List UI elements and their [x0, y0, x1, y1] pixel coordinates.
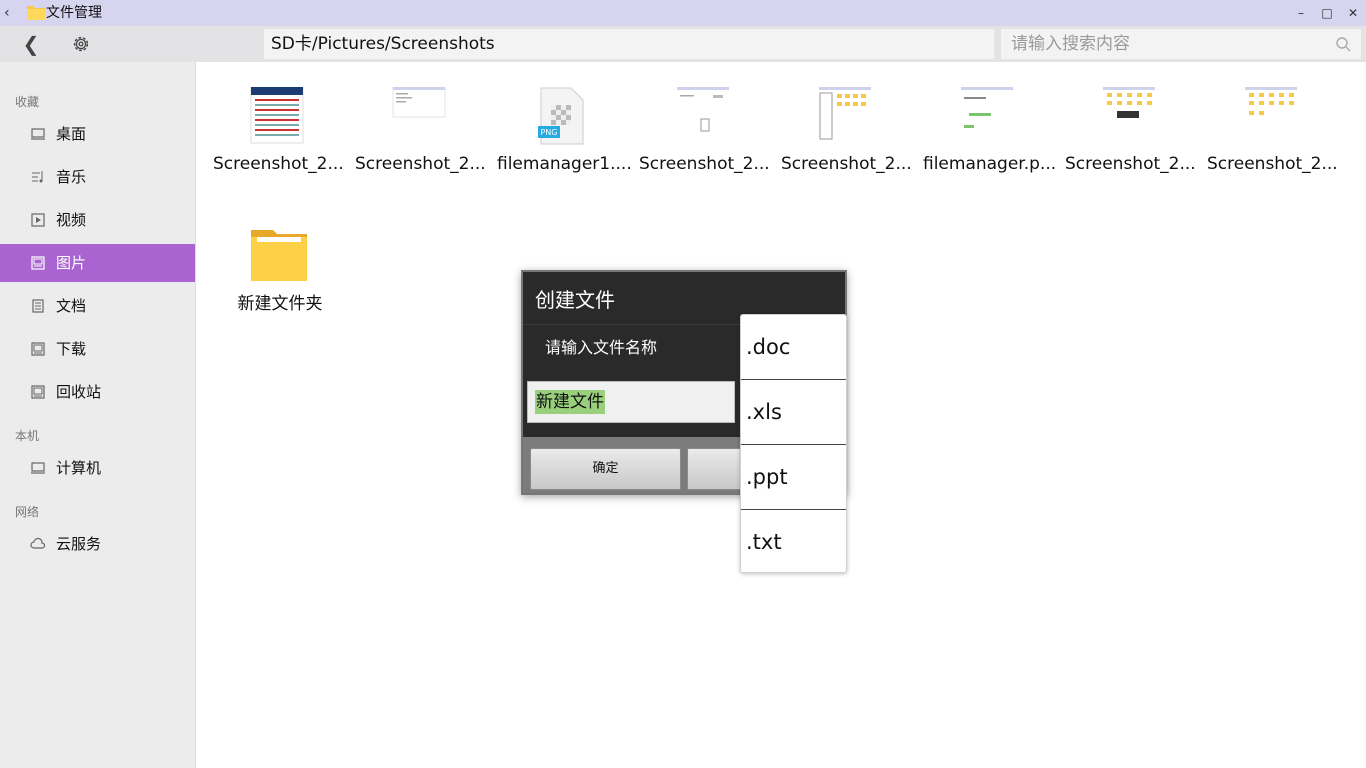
close-button[interactable]: ✕ — [1343, 4, 1363, 22]
file-name: Screenshot_2... — [355, 154, 486, 174]
file-name: Screenshot_2... — [639, 154, 770, 174]
picture-icon — [31, 256, 45, 270]
title-back-icon[interactable]: ‹ — [4, 4, 20, 22]
file-item[interactable]: Screenshot_2... — [639, 87, 770, 207]
sidebar-section-local: 本机 — [15, 429, 40, 443]
sidebar-item-label: 下载 — [56, 340, 87, 358]
path-field[interactable]: SD卡/Pictures/Screenshots — [264, 29, 994, 59]
file-name: Screenshot_2... — [1207, 154, 1338, 174]
screenshot-thumbnail — [1245, 87, 1297, 121]
toolbar: ❮ SD卡/Pictures/Screenshots 请输入搜索内容 — [0, 26, 1366, 62]
sidebar-section-network: 网络 — [15, 505, 40, 519]
sidebar-item-label: 视频 — [56, 211, 87, 229]
sidebar-item-label: 回收站 — [56, 383, 102, 401]
search-icon[interactable] — [1335, 36, 1351, 52]
minimize-button[interactable]: – — [1291, 4, 1311, 22]
png-badge: PNG — [540, 128, 557, 137]
sidebar-item-video[interactable]: 视频 — [0, 201, 195, 239]
back-arrow-icon[interactable]: ❮ — [20, 32, 42, 56]
filename-input[interactable]: 新建文件 — [527, 381, 735, 423]
sidebar-section-favorites: 收藏 — [15, 95, 40, 109]
sidebar-item-recycle[interactable]: 回收站 — [0, 373, 195, 411]
search-placeholder: 请输入搜索内容 — [1011, 34, 1130, 54]
monitor-icon — [31, 128, 45, 140]
maximize-button[interactable]: □ — [1317, 4, 1337, 22]
sidebar-item-documents[interactable]: 文档 — [0, 287, 195, 325]
sidebar-item-label: 云服务 — [56, 535, 102, 553]
screenshot-thumbnail — [819, 87, 871, 140]
extension-option-ppt[interactable]: .ppt — [741, 445, 846, 510]
file-item[interactable]: Screenshot_2... — [781, 87, 912, 207]
file-name: Screenshot_2... — [1065, 154, 1196, 174]
sidebar: 收藏 桌面 音乐 视频 图片 文档 下载 回收站 本机 计算机 网络 云服务 — [0, 62, 196, 768]
computer-icon — [31, 462, 45, 474]
folder-name: 新建文件夹 — [237, 294, 323, 314]
sidebar-item-pictures[interactable]: 图片 — [0, 244, 195, 282]
png-file-icon: PNG — [538, 87, 584, 145]
cloud-icon — [30, 537, 46, 549]
folder-icon — [251, 230, 307, 281]
recycle-icon — [31, 385, 45, 399]
file-name: filemanager1.... — [497, 154, 632, 174]
sidebar-item-label: 音乐 — [56, 168, 87, 186]
sidebar-item-label: 文档 — [56, 297, 87, 315]
window-title: 文件管理 — [46, 5, 102, 21]
document-icon — [32, 299, 44, 313]
sidebar-item-desktop[interactable]: 桌面 — [0, 115, 195, 153]
video-icon — [31, 213, 45, 227]
dialog-title: 创建文件 — [535, 288, 615, 312]
music-icon — [32, 171, 43, 183]
file-item[interactable]: PNG filemanager1.... — [497, 87, 632, 207]
dialog-message: 请输入文件名称 — [545, 338, 658, 357]
search-field[interactable]: 请输入搜索内容 — [1001, 29, 1361, 59]
download-icon — [31, 342, 45, 356]
file-item[interactable]: Screenshot_2... — [1207, 87, 1338, 207]
file-item[interactable]: Screenshot_2... — [213, 87, 344, 207]
sidebar-item-label: 图片 — [56, 254, 87, 272]
screenshot-thumbnail — [1103, 87, 1155, 121]
confirm-button[interactable]: 确定 — [530, 448, 681, 490]
extension-option-doc[interactable]: .doc — [741, 315, 846, 380]
app-folder-icon — [27, 6, 45, 20]
sidebar-item-computer[interactable]: 计算机 — [0, 449, 195, 487]
sidebar-item-label: 桌面 — [56, 125, 87, 143]
folder-item[interactable]: 新建文件夹 — [215, 227, 345, 347]
extension-option-xls[interactable]: .xls — [741, 380, 846, 445]
screenshot-thumbnail — [250, 87, 304, 144]
sidebar-item-downloads[interactable]: 下载 — [0, 330, 195, 368]
filename-input-value: 新建文件 — [535, 390, 605, 414]
extension-option-txt[interactable]: .txt — [741, 510, 846, 575]
screenshot-thumbnail — [961, 87, 1013, 131]
sidebar-item-label: 计算机 — [56, 459, 102, 477]
file-item[interactable]: Screenshot_2... — [1065, 87, 1196, 207]
extension-dropdown: .doc .xls .ppt .txt — [740, 314, 847, 573]
file-name: Screenshot_2... — [781, 154, 912, 174]
file-name: filemanager.p... — [923, 154, 1057, 174]
sidebar-item-music[interactable]: 音乐 — [0, 158, 195, 196]
file-item[interactable]: Screenshot_2... — [355, 87, 486, 207]
gear-icon[interactable] — [70, 32, 92, 56]
sidebar-item-cloud[interactable]: 云服务 — [0, 525, 195, 563]
screenshot-thumbnail — [392, 87, 446, 118]
file-item[interactable]: filemanager.p... — [923, 87, 1057, 207]
title-bar: ‹ 文件管理 – □ ✕ — [0, 0, 1366, 26]
screenshot-thumbnail — [677, 87, 729, 135]
file-name: Screenshot_2... — [213, 154, 344, 174]
